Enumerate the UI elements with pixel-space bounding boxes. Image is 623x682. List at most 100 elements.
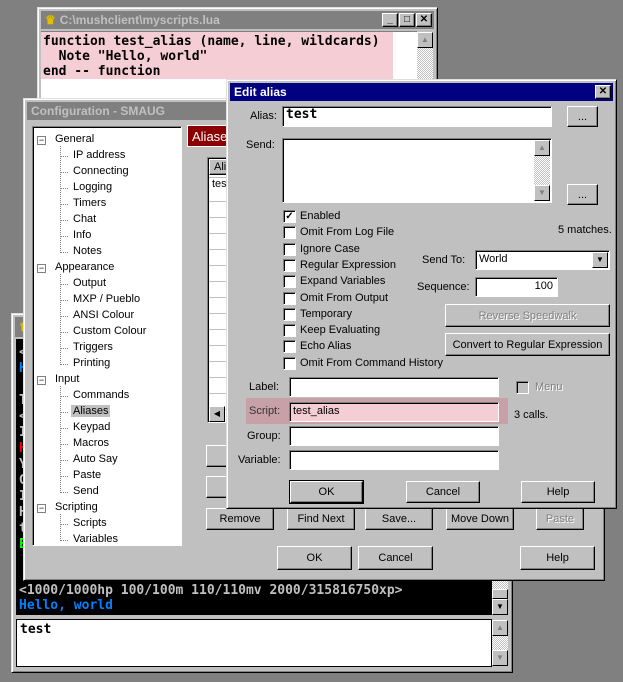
sequence-input[interactable]: 100 (475, 277, 558, 297)
menu-checkbox[interactable] (516, 381, 529, 394)
minimize-button[interactable]: _ (382, 13, 398, 27)
tree-connector (60, 204, 68, 205)
checkbox-temporary[interactable] (283, 307, 296, 321)
send-scrollbar[interactable]: ▲ ▼ (534, 140, 550, 201)
tree-item-appearance[interactable]: Appearance (53, 261, 116, 273)
scroll-up-icon[interactable]: ▲ (492, 620, 508, 636)
tree-item-input[interactable]: Input (53, 373, 81, 385)
collapse-icon[interactable]: − (37, 264, 46, 273)
tree-item-scripting[interactable]: Scripting (53, 501, 100, 513)
scroll-down-icon[interactable]: ▼ (492, 650, 508, 666)
tree-item-connecting[interactable]: Connecting (71, 165, 131, 177)
remove-button[interactable]: Remove (206, 508, 274, 530)
cancel-button[interactable]: Cancel (406, 481, 480, 503)
help-button[interactable]: Help (521, 481, 595, 503)
checkbox-label[interactable]: Temporary (300, 308, 352, 320)
tree-item-info[interactable]: Info (71, 229, 93, 241)
checkbox-label[interactable]: Enabled (300, 210, 340, 222)
tree-item-general[interactable]: General (53, 133, 96, 145)
tree-connector (60, 364, 68, 365)
tree-item-chat[interactable]: Chat (71, 213, 98, 225)
tree-item-scripts[interactable]: Scripts (71, 517, 109, 529)
scroll-down-icon[interactable]: ▼ (534, 185, 550, 201)
tree-item-macros[interactable]: Macros (71, 437, 111, 449)
scroll-thumb[interactable] (492, 589, 508, 599)
checkbox-omit-from-output[interactable] (283, 291, 296, 305)
checkbox-label[interactable]: Omit From Command History (300, 357, 443, 369)
checkbox-omit-from-log-file[interactable] (283, 226, 296, 240)
edit-alias-dialog: Edit alias ✕ Alias: test ... Send: ▲ ▼ .… (226, 79, 617, 509)
collapse-icon[interactable]: − (37, 504, 46, 513)
find-next-button[interactable]: Find Next (287, 508, 355, 530)
config-tree[interactable]: General − IP address Connecting Logging Timer… (32, 126, 182, 546)
checkbox-label[interactable]: Expand Variables (300, 275, 385, 287)
code-line: end -- function (43, 64, 161, 79)
tree-connector (60, 460, 68, 461)
variable-input[interactable] (289, 450, 499, 470)
tree-item-notes[interactable]: Notes (71, 245, 104, 257)
alias-ellipsis-button[interactable]: ... (567, 106, 598, 127)
save-button[interactable]: Save... (365, 508, 433, 530)
scroll-up-icon[interactable]: ▲ (534, 140, 550, 156)
maximize-button[interactable]: □ (399, 13, 415, 27)
label-input[interactable] (289, 377, 499, 397)
checkbox-expand-variables[interactable] (283, 275, 296, 289)
checkbox-keep-evaluating[interactable] (283, 324, 296, 338)
tree-item-commands[interactable]: Commands (71, 389, 131, 401)
tree-item-variables[interactable]: Variables (71, 533, 120, 545)
tree-item-aliases[interactable]: Aliases (71, 405, 111, 417)
alias-input[interactable]: test (282, 106, 552, 127)
tree-item-printing[interactable]: Printing (71, 357, 112, 369)
ok-button[interactable]: OK (289, 480, 364, 504)
collapse-icon[interactable]: − (37, 136, 46, 145)
checkbox-echo-alias[interactable] (283, 340, 296, 354)
checkbox-label[interactable]: Keep Evaluating (300, 324, 380, 336)
send-to-select[interactable]: World ▼ (475, 250, 610, 270)
tree-item-output[interactable]: Output (71, 277, 108, 289)
scroll-down-icon[interactable]: ▼ (492, 599, 508, 615)
checkbox-regular-expression[interactable] (283, 258, 296, 272)
tree-item-ansi-colour[interactable]: ANSI Colour (71, 309, 136, 321)
script-input[interactable]: test_alias (289, 402, 499, 422)
reverse-speedwalk-button[interactable]: Reverse Speedwalk (445, 304, 610, 327)
chevron-down-icon[interactable]: ▼ (592, 252, 608, 268)
input-scrollbar[interactable]: ▲ ▼ (492, 620, 508, 666)
checkbox-label[interactable]: Ignore Case (300, 243, 360, 255)
checkbox-label[interactable]: Regular Expression (300, 259, 396, 271)
tree-item-triggers[interactable]: Triggers (71, 341, 115, 353)
send-ellipsis-button[interactable]: ... (567, 184, 598, 205)
tree-item-ip-address[interactable]: IP address (71, 149, 127, 161)
tree-item-paste[interactable]: Paste (71, 469, 103, 481)
close-button[interactable]: ✕ (595, 85, 611, 99)
tree-item-keypad[interactable]: Keypad (71, 421, 112, 433)
tree-item-mxp-pueblo[interactable]: MXP / Pueblo (71, 293, 142, 305)
tree-item-timers[interactable]: Timers (71, 197, 108, 209)
config-help-button[interactable]: Help (520, 546, 595, 570)
tree-item-auto-say[interactable]: Auto Say (71, 453, 120, 465)
tree-item-custom-colour[interactable]: Custom Colour (71, 325, 148, 337)
hello-line: Hello, world (19, 598, 113, 613)
config-cancel-button[interactable]: Cancel (358, 546, 433, 570)
menu-label: Menu (535, 381, 563, 393)
checkbox-omit-from-command-history[interactable] (283, 356, 296, 370)
collapse-icon[interactable]: − (37, 376, 46, 385)
tree-connector (60, 236, 68, 237)
close-button[interactable]: ✕ (416, 13, 432, 27)
checkbox-label[interactable]: Omit From Log File (300, 226, 394, 238)
tree-item-logging[interactable]: Logging (71, 181, 114, 193)
checkbox-label[interactable]: Echo Alias (300, 340, 351, 352)
group-input[interactable] (289, 426, 499, 446)
tree-connector (60, 514, 61, 541)
checkbox-label[interactable]: Omit From Output (300, 292, 388, 304)
checkbox-ignore-case[interactable] (283, 242, 296, 256)
tree-item-send[interactable]: Send (71, 485, 101, 497)
checkbox-enabled[interactable]: ✓ (283, 210, 296, 223)
paste-button[interactable]: Paste (536, 508, 584, 530)
convert-regex-button[interactable]: Convert to Regular Expression (445, 333, 610, 356)
scroll-left-icon[interactable]: ◀ (209, 406, 225, 422)
send-textarea[interactable]: ▲ ▼ (282, 138, 552, 203)
config-ok-button[interactable]: OK (277, 546, 352, 570)
scroll-up-icon[interactable]: ▲ (417, 32, 433, 48)
command-input[interactable]: test (16, 619, 492, 667)
move-down-button[interactable]: Move Down (446, 508, 514, 530)
